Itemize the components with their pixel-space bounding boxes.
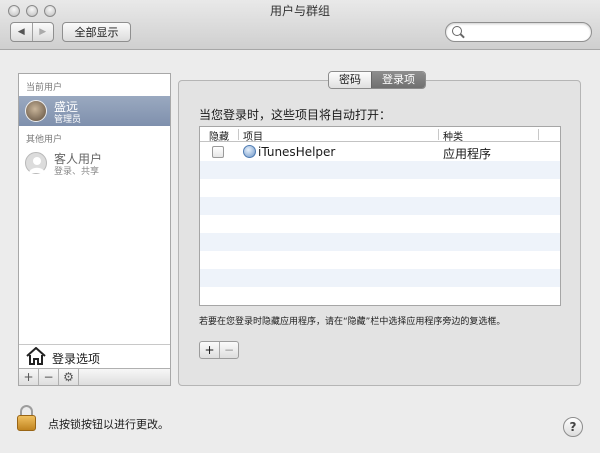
login-items-prompt: 当您登录时，这些项目将自动打开： <box>199 108 392 122</box>
sidebar-item-current-user[interactable]: 盛远 管理员 <box>19 96 170 126</box>
table-row-empty <box>200 179 560 197</box>
column-kind[interactable]: 种类 <box>443 128 463 143</box>
tab-bar: 密码 登录项 <box>328 71 426 89</box>
add-user-button[interactable]: + <box>19 369 39 385</box>
table-row-empty <box>200 251 560 269</box>
remove-user-button[interactable]: − <box>39 369 59 385</box>
table-row[interactable]: iTunesHelper 应用程序 <box>200 143 560 161</box>
hide-note: 若要在您登录时隐藏应用程序，请在“隐藏”栏中选择应用程序旁边的复选框。 <box>199 317 506 327</box>
current-users-header: 当前用户 <box>26 83 63 93</box>
other-users-header: 其他用户 <box>26 135 63 145</box>
window-title: 用户与群组 <box>269 4 330 18</box>
lock-area: 点按锁按钮以进行更改。 <box>17 405 217 435</box>
user-sidebar: 当前用户 盛远 管理员 其他用户 客人用户 登录、共享 登录选项 + − ⚙ <box>18 73 171 386</box>
title-bar: 用户与群组 ◀ ▶ 全部显示 <box>0 0 600 50</box>
gear-icon[interactable]: ⚙ <box>59 369 79 385</box>
login-options-label: 登录选项 <box>52 352 101 366</box>
guest-avatar-icon <box>25 152 47 174</box>
remove-item-button[interactable]: − <box>219 342 238 358</box>
table-buttons: + − <box>199 341 239 359</box>
search-input[interactable] <box>445 22 592 42</box>
column-divider <box>438 129 439 140</box>
avatar <box>25 100 47 122</box>
show-all-button[interactable]: 全部显示 <box>62 22 131 42</box>
column-divider <box>538 129 539 140</box>
table-row-empty <box>200 215 560 233</box>
column-hide[interactable]: 隐藏 <box>209 128 229 143</box>
column-item[interactable]: 项目 <box>243 128 263 143</box>
sidebar-item-guest-user[interactable]: 客人用户 登录、共享 <box>19 148 170 180</box>
table-row-empty <box>200 197 560 215</box>
search-icon <box>452 26 462 36</box>
guest-status: 登录、共享 <box>54 167 100 177</box>
item-name: iTunesHelper <box>258 145 336 159</box>
forward-button[interactable]: ▶ <box>31 23 54 41</box>
tab-password[interactable]: 密码 <box>329 72 371 88</box>
itunes-helper-icon <box>243 145 256 158</box>
hide-checkbox[interactable] <box>212 146 224 158</box>
login-items-table: 隐藏 项目 种类 iTunesHelper 应用程序 <box>199 126 561 306</box>
lock-text: 点按锁按钮以进行更改。 <box>48 418 169 431</box>
nav-segment: ◀ ▶ <box>10 22 54 42</box>
table-header: 隐藏 项目 种类 <box>200 127 560 143</box>
table-row-empty <box>200 233 560 251</box>
tab-login-items[interactable]: 登录项 <box>371 72 425 88</box>
sidebar-buttons: + − ⚙ <box>19 368 170 385</box>
back-button[interactable]: ◀ <box>11 23 32 41</box>
item-kind: 应用程序 <box>443 147 492 161</box>
help-button[interactable]: ? <box>563 417 583 437</box>
table-row-empty <box>200 287 560 305</box>
column-divider <box>238 129 239 140</box>
user-role: 管理员 <box>54 115 82 125</box>
house-icon <box>26 346 46 369</box>
table-row-empty <box>200 161 560 179</box>
preferences-window: 用户与群组 ◀ ▶ 全部显示 当前用户 盛远 管理员 其他用户 客人用户 登录、… <box>0 0 600 453</box>
lock-icon-body[interactable] <box>17 415 36 431</box>
sidebar-item-login-options[interactable]: 登录选项 <box>19 344 170 368</box>
table-row-empty <box>200 269 560 287</box>
add-item-button[interactable]: + <box>200 342 219 358</box>
